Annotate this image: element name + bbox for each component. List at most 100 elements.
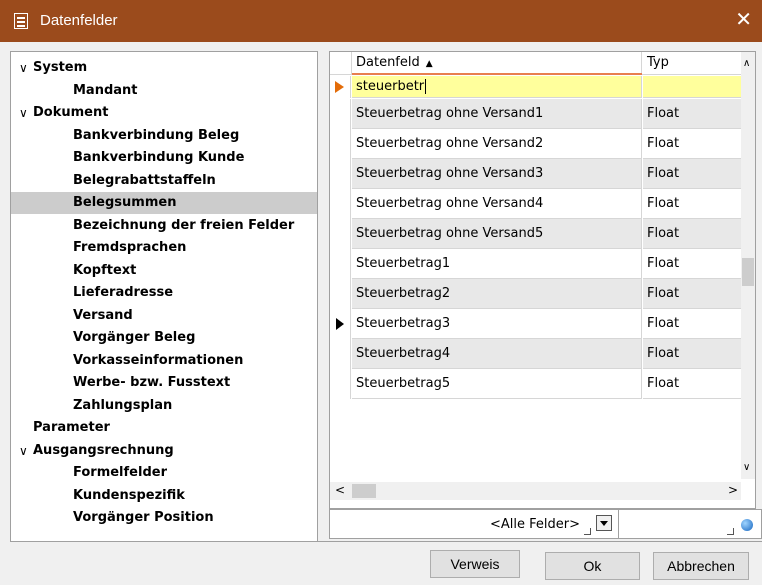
ok-button[interactable]: Ok (545, 552, 640, 580)
row-indicator (330, 189, 351, 219)
typ-cell[interactable]: Float (643, 99, 741, 129)
tree-item[interactable]: Vorgänger Position (11, 507, 317, 529)
datenfeld-cell[interactable]: Steuerbetrag ohne Versand4 (352, 189, 642, 219)
datenfeld-cell[interactable]: Steuerbetrag ohne Versand1 (352, 99, 642, 129)
tree-item[interactable]: Werbe- bzw. Fusstext (11, 372, 317, 394)
datenfeld-cell[interactable]: Steuerbetrag3 (352, 309, 642, 339)
typ-cell[interactable]: Float (643, 189, 741, 219)
filter-row: steuerbetr (330, 76, 741, 98)
chevron-down-icon[interactable]: ∨ (19, 57, 28, 79)
tree-item[interactable]: Mandant (11, 80, 317, 102)
scroll-up-icon[interactable]: ∧ (743, 58, 750, 69)
table-row[interactable]: Steuerbetrag ohne Versand5 Float (330, 219, 741, 249)
tree-item[interactable]: Fremdsprachen (11, 237, 317, 259)
tree-item[interactable]: Bankverbindung Beleg (11, 125, 317, 147)
vertical-scrollbar[interactable]: ∧ ∨ (741, 52, 755, 479)
table-row[interactable]: Steuerbetrag ohne Versand3 Float (330, 159, 741, 189)
text-caret (425, 79, 427, 94)
datenfeld-cell[interactable]: Steuerbetrag1 (352, 249, 642, 279)
field-filter-box[interactable]: <Alle Felder> (329, 509, 619, 539)
datenfeld-cell[interactable]: Steuerbetrag ohne Versand3 (352, 159, 642, 189)
typ-cell[interactable]: Float (643, 309, 741, 339)
typ-cell[interactable]: Float (643, 249, 741, 279)
table-row[interactable]: Steuerbetrag4 Float (330, 339, 741, 369)
horizontal-scroll-thumb[interactable] (352, 484, 376, 498)
table-row[interactable]: Steuerbetrag ohne Versand4 Float (330, 189, 741, 219)
tree-item[interactable]: Parameter (11, 417, 317, 439)
typ-cell[interactable]: Float (643, 369, 741, 399)
resize-grip-icon (584, 528, 591, 535)
tree-item-label: Parameter (33, 420, 110, 435)
category-tree[interactable]: ∨ System Mandant ∨ Dokument Bankverbindung Be… (10, 51, 318, 574)
scroll-right-icon[interactable]: > (728, 483, 738, 497)
verweis-button[interactable]: Verweis (430, 550, 520, 578)
column-header-datenfeld[interactable]: Datenfeld ▲ (352, 52, 642, 74)
typ-cell[interactable]: Float (643, 219, 741, 249)
tree-item[interactable]: ∨ Ausgangsrechnung (11, 440, 317, 462)
table-row[interactable]: Steuerbetrag ohne Versand1 Float (330, 99, 741, 129)
horizontal-scrollbar[interactable]: < > (330, 482, 741, 500)
typ-cell[interactable]: Float (643, 129, 741, 159)
tree-item[interactable]: Vorkasseinformationen (11, 350, 317, 372)
tree-item-label: Kopftext (73, 262, 137, 278)
datenfeld-cell[interactable]: Steuerbetrag2 (352, 279, 642, 309)
datenfeld-filter-input[interactable]: steuerbetr (352, 76, 642, 98)
typ-cell[interactable]: Float (643, 279, 741, 309)
tree-item[interactable]: Formelfelder (11, 462, 317, 484)
table-row[interactable]: Steuerbetrag ohne Versand2 Float (330, 129, 741, 159)
tree-item[interactable]: Vorgänger Beleg (11, 327, 317, 349)
tree-item-label: Belegsummen (73, 195, 177, 210)
tree-item[interactable]: Belegsummen (11, 192, 317, 214)
close-button[interactable]: ✕ (735, 9, 752, 29)
tree-item-label: Fremdsprachen (73, 240, 187, 255)
datenfeld-cell[interactable]: Steuerbetrag4 (352, 339, 642, 369)
datenfeld-cell[interactable]: Steuerbetrag5 (352, 369, 642, 399)
current-row-icon (336, 318, 344, 330)
tree-item-label: Zahlungsplan (73, 397, 173, 413)
typ-filter-input[interactable] (643, 76, 741, 98)
column-header-typ[interactable]: Typ (643, 52, 741, 74)
abbrechen-button[interactable]: Abbrechen (653, 552, 749, 580)
grid-header: Datenfeld ▲ Typ (330, 52, 741, 75)
dropdown-button[interactable] (596, 515, 612, 531)
tree-item-label: Bankverbindung Kunde (73, 150, 245, 165)
tree-item-label: System (33, 60, 88, 75)
field-filter-select[interactable]: <Alle Felder> (490, 517, 580, 532)
globe-icon[interactable] (741, 519, 753, 531)
table-row[interactable]: Steuerbetrag1 Float (330, 249, 741, 279)
table-row[interactable]: Steuerbetrag5 Float (330, 369, 741, 399)
scroll-left-icon[interactable]: < (335, 483, 345, 497)
tree-item[interactable]: Lieferadresse (11, 282, 317, 304)
datenfeld-cell[interactable]: Steuerbetrag ohne Versand5 (352, 219, 642, 249)
table-icon (14, 13, 28, 29)
filter-row-marker-icon (335, 81, 344, 93)
row-indicator (330, 279, 351, 309)
tree-item-label: Formelfelder (73, 465, 167, 480)
filter-bar: <Alle Felder> (329, 509, 762, 541)
tree-item[interactable]: Belegrabattstaffeln (11, 170, 317, 192)
tree-item-label: Ausgangsrechnung (33, 442, 174, 458)
tree-item-label: Kundenspezifik (73, 487, 185, 503)
table-row[interactable]: Steuerbetrag2 Float (330, 279, 741, 309)
tree-item[interactable]: Bankverbindung Kunde (11, 147, 317, 169)
tree-item[interactable]: Zahlungsplan (11, 395, 317, 417)
tree-item[interactable]: ∨ Dokument (11, 102, 317, 124)
tree-item[interactable]: Bezeichnung der freien Felder (11, 215, 317, 237)
scroll-down-icon[interactable]: ∨ (743, 462, 750, 473)
sort-indicator-line (352, 73, 642, 75)
chevron-down-icon[interactable]: ∨ (19, 440, 28, 462)
typ-cell[interactable]: Float (643, 159, 741, 189)
sort-ascending-icon: ▲ (425, 59, 433, 69)
typ-cell[interactable]: Float (643, 339, 741, 369)
chevron-down-icon[interactable]: ∨ (19, 102, 28, 124)
filter-row-indicator (330, 76, 351, 98)
table-row[interactable]: Steuerbetrag3 Float (330, 309, 741, 339)
vertical-scroll-thumb[interactable] (742, 258, 754, 286)
tree-item-label: Mandant (73, 82, 138, 98)
tree-item[interactable]: Kundenspezifik (11, 485, 317, 507)
tree-item[interactable]: Versand (11, 305, 317, 327)
tree-item[interactable]: Kopftext (11, 260, 317, 282)
filter-value-box[interactable] (619, 509, 762, 539)
datenfeld-cell[interactable]: Steuerbetrag ohne Versand2 (352, 129, 642, 159)
tree-item[interactable]: ∨ System (11, 57, 317, 79)
